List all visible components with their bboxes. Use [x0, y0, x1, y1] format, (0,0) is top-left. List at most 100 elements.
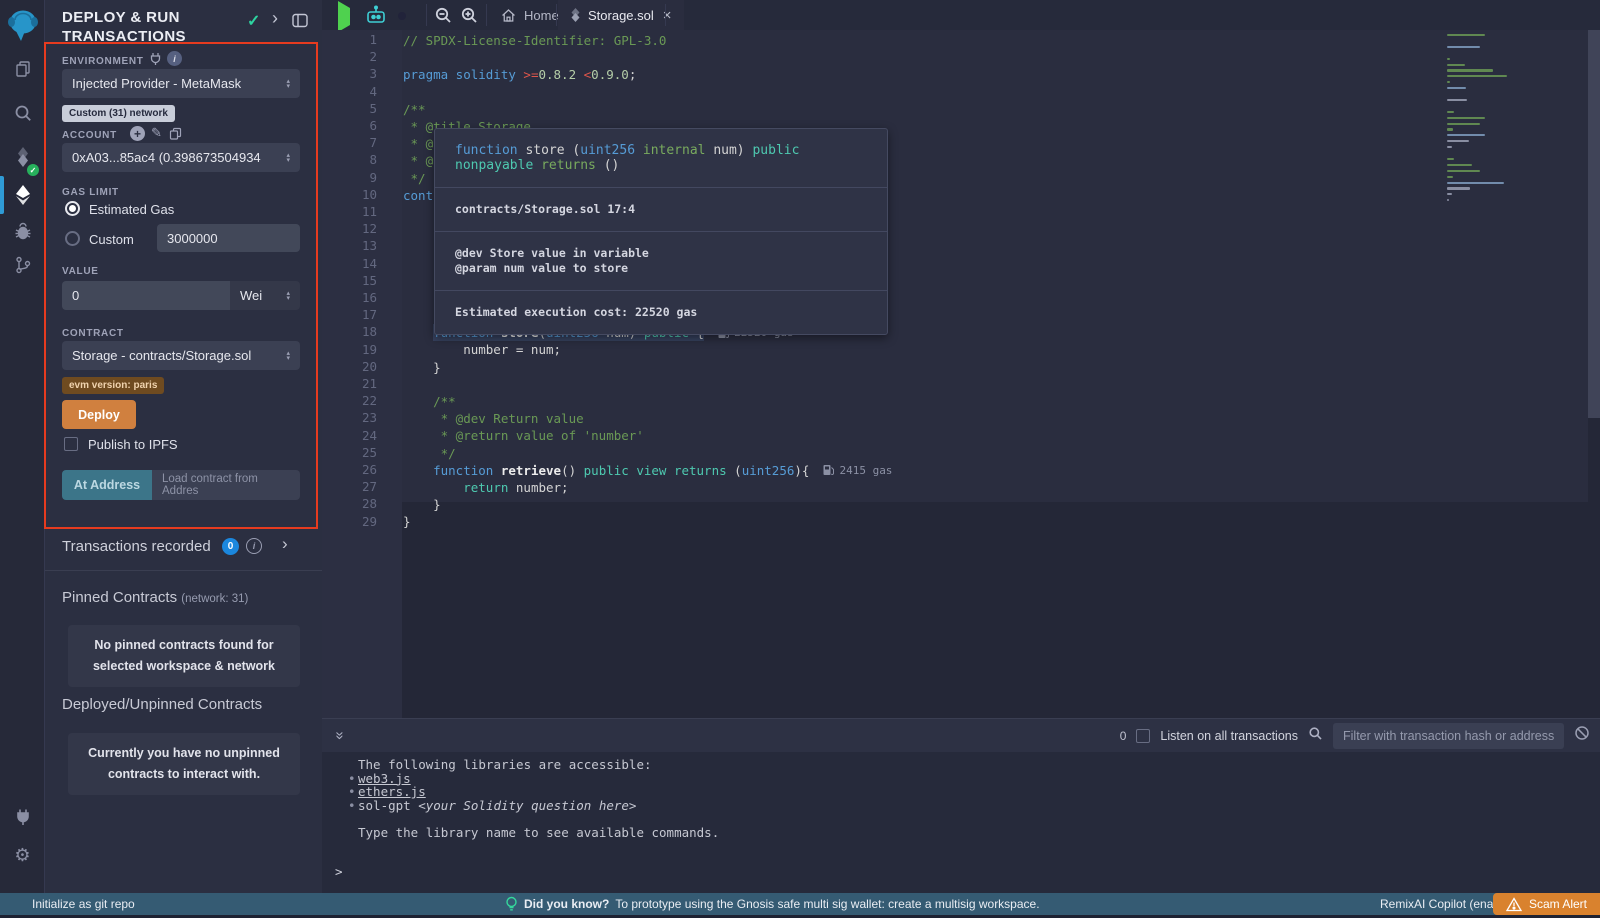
editor-tabbar: Home Storage.sol ×	[322, 0, 1600, 30]
terminal-line	[322, 812, 1600, 826]
code-line-5: /**	[403, 101, 892, 118]
terminal-line: ethers.js	[322, 785, 1600, 799]
git-init-button[interactable]: Initialize as git repo	[32, 897, 135, 911]
publish-ipfs-checkbox[interactable]	[64, 437, 78, 451]
account-select[interactable]: 0xA03...85ac4 (0.398673504934 ▴▾	[62, 143, 300, 172]
ai-copilot-icon[interactable]	[364, 4, 388, 31]
publish-ipfs-label: Publish to IPFS	[88, 437, 178, 452]
add-account-icon[interactable]: +	[130, 126, 145, 141]
deploy-run-icon[interactable]	[0, 178, 45, 212]
panel-check-icon: ✓	[247, 11, 260, 31]
remix-logo[interactable]	[0, 6, 45, 46]
code-editor[interactable]: 1234567891011121314151617181920212223242…	[322, 30, 1600, 718]
block-icon[interactable]	[1574, 725, 1590, 746]
panel-expand-icon[interactable]: ›	[272, 8, 278, 29]
git-icon[interactable]	[0, 248, 45, 282]
terminal-tx-count: 0	[1120, 729, 1127, 743]
value-input[interactable]: 0	[62, 281, 230, 310]
file-explorer-icon[interactable]	[0, 52, 45, 86]
minimap-line	[1447, 75, 1507, 77]
line-number: 29	[362, 514, 377, 529]
transactions-expand-icon[interactable]: ›	[282, 534, 288, 554]
code-line-29: }	[403, 513, 892, 530]
minimap-line	[1447, 69, 1493, 71]
select-arrows-icon: ▴▾	[286, 291, 290, 301]
account-label: ACCOUNT	[62, 130, 117, 141]
minimap-line	[1447, 34, 1485, 36]
search-icon[interactable]	[0, 96, 45, 130]
debugger-icon[interactable]	[0, 214, 45, 248]
terminal-collapse-icon[interactable]: »	[332, 731, 349, 739]
active-plugin-indicator	[0, 176, 4, 214]
listen-all-transactions-checkbox[interactable]	[1136, 729, 1150, 743]
custom-gas-radio[interactable]	[65, 231, 80, 246]
divider	[45, 570, 322, 571]
minimap-line	[1447, 58, 1450, 60]
code-line-2	[403, 49, 892, 66]
minimap-line	[1447, 123, 1480, 125]
select-arrows-icon: ▴▾	[286, 351, 290, 361]
environment-info-icon[interactable]: i	[167, 51, 182, 66]
environment-select[interactable]: Injected Provider - MetaMask ▴▾	[62, 69, 300, 98]
gas-limit-label: GAS LIMIT	[62, 187, 119, 198]
custom-gas-input[interactable]: 3000000	[157, 224, 300, 252]
line-number: 28	[362, 496, 377, 511]
transaction-filter-input[interactable]	[1333, 723, 1564, 749]
listen-all-transactions-label: Listen on all transactions	[1160, 729, 1298, 743]
minimap-line	[1447, 134, 1485, 136]
minimap-line	[1447, 117, 1485, 119]
contract-label: CONTRACT	[62, 328, 124, 339]
code-line-22: /**	[403, 393, 892, 410]
minimap-line	[1447, 199, 1449, 201]
line-number: 6	[369, 118, 377, 133]
minimap-line	[1447, 182, 1504, 184]
minimap-line	[1447, 158, 1454, 160]
terminal-output[interactable]: The following libraries are accessible:w…	[322, 752, 1600, 893]
divider	[556, 4, 557, 26]
select-arrows-icon: ▴▾	[286, 153, 290, 163]
plugin-manager-icon[interactable]	[0, 800, 45, 834]
code-line-20: }	[403, 359, 892, 376]
gas-estimate-annotation: 2415 gas	[823, 462, 892, 479]
editor-scrollbar[interactable]	[1588, 30, 1600, 418]
at-address-button[interactable]: At Address	[62, 470, 152, 500]
panel-title: DEPLOY & RUN TRANSACTIONS	[62, 8, 186, 46]
contract-select[interactable]: Storage - contracts/Storage.sol ▴▾	[62, 341, 300, 370]
scam-alert-button[interactable]: Scam Alert	[1493, 893, 1600, 915]
settings-icon[interactable]: ⚙	[0, 838, 45, 872]
terminal-prompt: >	[335, 864, 343, 879]
minimap-line	[1447, 164, 1472, 166]
code-line-23: * @dev Return value	[403, 410, 892, 427]
at-address-input[interactable]: Load contract from Addres	[152, 470, 300, 500]
code-line-1: // SPDX-License-Identifier: GPL-3.0	[403, 32, 892, 49]
select-arrows-icon: ▴▾	[286, 79, 290, 89]
deploy-button[interactable]: Deploy	[62, 400, 136, 429]
zoom-in-icon[interactable]	[460, 6, 479, 30]
panel-layout-icon[interactable]	[292, 13, 308, 33]
tooltip-signature: function store (uint256 internal num) pu…	[435, 129, 887, 188]
terminal-line: web3.js	[322, 772, 1600, 786]
code-line-4	[403, 84, 892, 101]
solidity-compiler-icon[interactable]: ✓	[0, 140, 45, 174]
zoom-out-icon[interactable]	[434, 6, 453, 30]
transactions-info-icon[interactable]: i	[246, 538, 262, 554]
code-line-27: return number;	[403, 479, 892, 496]
estimated-gas-radio[interactable]	[65, 201, 80, 216]
estimated-gas-label: Estimated Gas	[89, 202, 174, 217]
evm-version-badge: evm version: paris	[62, 377, 164, 394]
value-unit-select[interactable]: Wei ▴▾	[230, 281, 300, 310]
icon-sidebar: ✓	[0, 0, 45, 893]
minimap-line	[1447, 170, 1480, 172]
line-number: 25	[362, 445, 377, 460]
code-line-21	[403, 376, 892, 393]
minimap-line	[1447, 187, 1470, 189]
did-you-know-tip: Did you know? To prototype using the Gno…	[505, 896, 1040, 912]
solidity-file-icon	[570, 8, 581, 22]
run-script-icon[interactable]	[338, 8, 350, 26]
code-line-28: }	[403, 496, 892, 513]
minimap-line	[1447, 146, 1452, 148]
sign-message-icon[interactable]: ✎	[151, 125, 162, 141]
editor-minimap[interactable]	[1447, 32, 1547, 232]
minimap-line	[1447, 99, 1467, 101]
minimap-line	[1447, 46, 1480, 48]
